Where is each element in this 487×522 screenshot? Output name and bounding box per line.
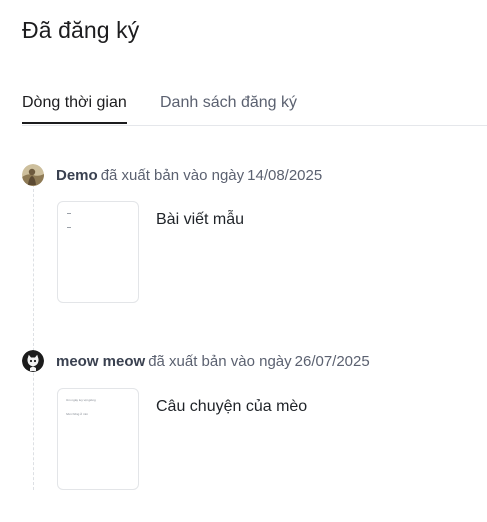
author-name[interactable]: Demo — [56, 167, 98, 184]
thumbnail-text-line: Um ngày tuy vội giòng — [66, 398, 96, 402]
timeline-connector — [33, 184, 34, 490]
tab-timeline[interactable]: Dòng thời gian — [22, 93, 127, 124]
post-thumbnail[interactable] — [57, 201, 139, 303]
publish-action-text: đã xuất bản vào ngày — [148, 352, 292, 370]
page-title: Đã đăng ký — [22, 17, 140, 43]
cat-avatar-icon[interactable] — [22, 350, 44, 372]
post-title-link[interactable]: Câu chuyện của mèo — [156, 398, 307, 416]
thumbnail-text-line — [67, 227, 71, 228]
timeline-entry-header: meow meow đã xuất bản vào ngày 26/07/202… — [22, 349, 370, 373]
tab-bar: Dòng thời gian Danh sách đăng ký — [22, 82, 487, 126]
publish-action-text: đã xuất bản vào ngày — [100, 166, 245, 184]
post-title-link[interactable]: Bài viết mẫu — [156, 211, 244, 229]
user-photo-avatar-icon[interactable] — [22, 164, 44, 186]
publish-date: 26/07/2025 — [294, 352, 370, 370]
thumbnail-text-line: hôm hồng ở mìn — [66, 412, 88, 416]
timeline-entry-header: Demo đã xuất bản vào ngày 14/08/2025 — [22, 163, 322, 187]
author-name[interactable]: meow meow — [56, 353, 145, 370]
post-thumbnail[interactable]: Um ngày tuy vội giòng hôm hồng ở mìn — [57, 388, 139, 490]
thumbnail-text-line — [67, 213, 71, 214]
publish-date: 14/08/2025 — [247, 166, 323, 184]
tab-subscription-list[interactable]: Danh sách đăng ký — [160, 93, 297, 124]
